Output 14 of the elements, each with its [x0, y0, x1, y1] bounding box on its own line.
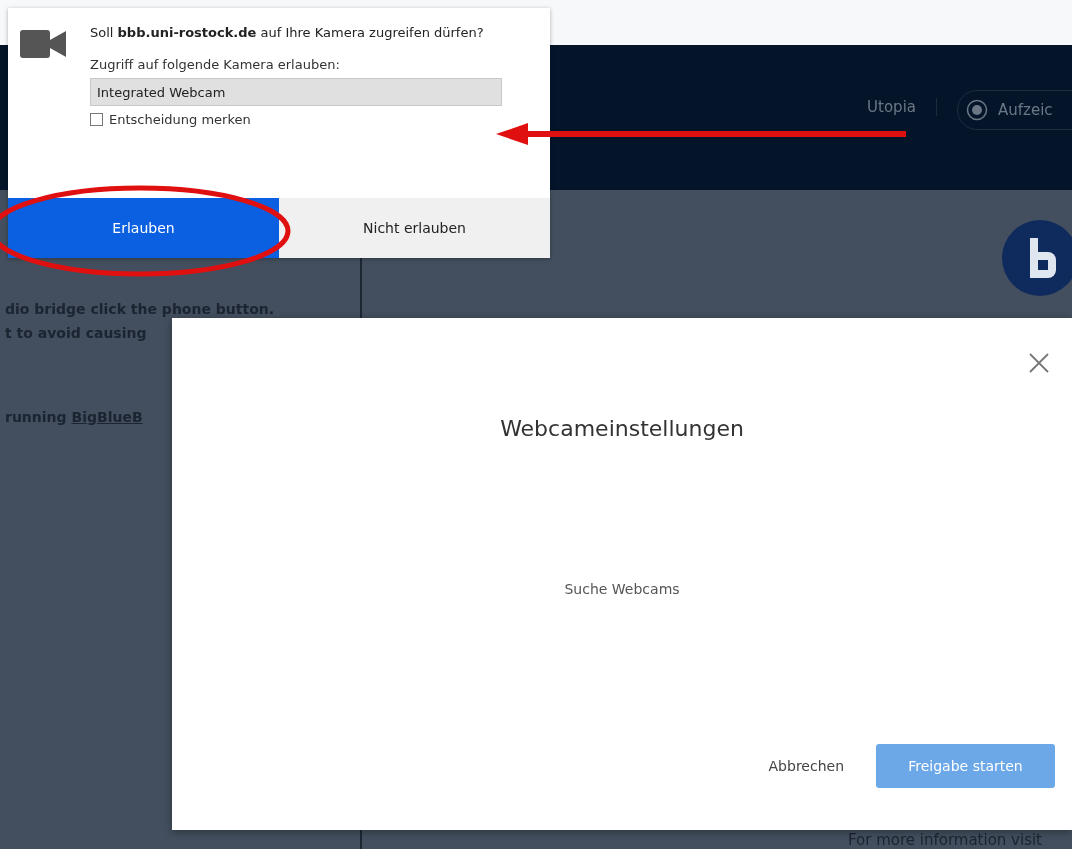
- cancel-button[interactable]: Abbrechen: [768, 758, 844, 774]
- checkbox-label: Entscheidung merken: [109, 112, 251, 127]
- dialog-title: Webcameinstellungen: [500, 416, 744, 441]
- logo-icon: [1000, 218, 1072, 298]
- allow-button[interactable]: Erlauben: [8, 198, 279, 258]
- record-icon: [966, 99, 988, 121]
- permission-message: Soll bbb.uni-rostock.de auf Ihre Kamera zugreifen dürfen?: [90, 24, 485, 42]
- status-text: Suche Webcams: [564, 581, 680, 597]
- camera-label: Zugriff auf folgende Kamera erlauben:: [90, 57, 341, 72]
- camera-icon: [20, 30, 66, 58]
- close-icon[interactable]: [1028, 352, 1050, 374]
- remember-checkbox[interactable]: [90, 113, 103, 126]
- meeting-title: Utopia: [867, 98, 937, 116]
- camera-select[interactable]: Integrated Webcam: [90, 78, 502, 106]
